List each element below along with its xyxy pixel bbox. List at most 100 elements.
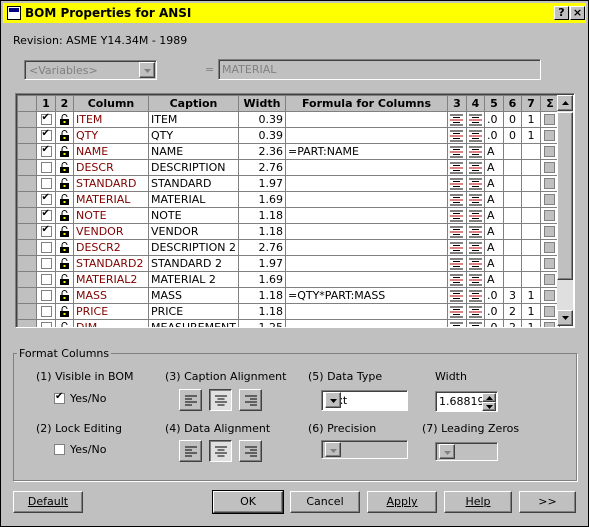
data-align-cell[interactable] xyxy=(465,319,485,327)
help-button[interactable]: Help xyxy=(444,491,512,513)
data-align-cell[interactable] xyxy=(465,159,485,176)
help-title-button[interactable]: ? xyxy=(554,6,569,20)
data-align-cell[interactable] xyxy=(465,127,485,144)
caption-align-cell[interactable] xyxy=(446,175,467,192)
caption-align-cell[interactable] xyxy=(446,239,467,256)
data-align-cell[interactable] xyxy=(465,191,485,208)
formula-cell[interactable] xyxy=(284,239,448,256)
precision-cell[interactable] xyxy=(502,255,522,272)
visible-cell[interactable] xyxy=(36,303,56,320)
caption-align-right-button[interactable] xyxy=(239,389,262,411)
width-cell[interactable]: 1.18 xyxy=(237,223,286,240)
sum-checkbox[interactable] xyxy=(544,306,556,317)
leading-cell[interactable]: 1 xyxy=(520,127,541,144)
lock-cell[interactable] xyxy=(55,143,74,160)
formula-cell[interactable] xyxy=(284,271,448,288)
precision-cell[interactable] xyxy=(502,191,522,208)
data-type-cell[interactable]: A xyxy=(483,239,504,256)
sum-checkbox[interactable] xyxy=(544,274,556,285)
header-caption[interactable]: Caption xyxy=(148,95,239,112)
column-name-cell[interactable]: MATERIAL xyxy=(73,191,149,208)
leading-cell[interactable] xyxy=(520,255,541,272)
leading-zeros-select[interactable] xyxy=(435,442,498,461)
formula-cell[interactable]: =PART:NAME xyxy=(284,143,448,160)
column-name-cell[interactable]: VENDOR xyxy=(73,223,149,240)
data-align-cell[interactable] xyxy=(465,239,485,256)
caption-cell[interactable]: NAME xyxy=(148,143,239,160)
header-visible[interactable]: 1 xyxy=(36,95,56,112)
formula-cell[interactable] xyxy=(284,191,448,208)
header-precision[interactable]: 6 xyxy=(502,95,522,112)
leading-cell[interactable]: 1 xyxy=(520,319,541,327)
table-row[interactable]: DIM MEASUREMENT 1.25 .0 2 1 xyxy=(17,319,560,327)
visible-cell[interactable] xyxy=(36,127,56,144)
visible-checkbox[interactable] xyxy=(40,113,52,125)
sum-checkbox[interactable] xyxy=(544,178,556,189)
row-header[interactable] xyxy=(17,127,37,144)
caption-cell[interactable]: QTY xyxy=(148,127,239,144)
sum-checkbox[interactable] xyxy=(544,242,556,253)
formula-cell[interactable] xyxy=(284,223,448,240)
caption-cell[interactable]: MATERIAL xyxy=(148,191,239,208)
caption-align-cell[interactable] xyxy=(446,159,467,176)
precision-cell[interactable]: 2 xyxy=(502,303,522,320)
formula-cell[interactable] xyxy=(284,319,448,327)
lock-cell[interactable] xyxy=(55,159,74,176)
data-align-cell[interactable] xyxy=(465,271,485,288)
lock-cell[interactable] xyxy=(55,271,74,288)
data-type-cell[interactable]: A xyxy=(483,159,504,176)
ok-button[interactable]: OK xyxy=(212,490,284,514)
lock-checkbox[interactable] xyxy=(54,444,65,455)
data-type-cell[interactable]: .0 xyxy=(483,127,504,144)
visible-cell[interactable] xyxy=(36,143,56,160)
visible-cell[interactable] xyxy=(36,191,56,208)
table-row[interactable]: DESCR2 DESCRIPTION 2 2.76 A xyxy=(17,239,560,256)
data-type-cell[interactable]: A xyxy=(483,175,504,192)
lock-cell[interactable] xyxy=(55,223,74,240)
row-header[interactable] xyxy=(17,271,37,288)
row-header[interactable] xyxy=(17,111,37,128)
sum-checkbox[interactable] xyxy=(544,258,556,269)
data-type-select[interactable]: Text xyxy=(321,390,408,411)
caption-cell[interactable]: ITEM xyxy=(148,111,239,128)
formula-cell[interactable] xyxy=(284,159,448,176)
caption-align-cell[interactable] xyxy=(446,271,467,288)
sum-checkbox[interactable] xyxy=(544,226,556,237)
sum-checkbox[interactable] xyxy=(544,130,556,141)
lock-cell[interactable] xyxy=(55,287,74,304)
caption-align-center-button[interactable] xyxy=(209,389,232,411)
precision-cell[interactable]: 2 xyxy=(502,319,522,327)
table-row[interactable]: VENDORVENDOR1.18A xyxy=(17,223,560,240)
lock-cell[interactable] xyxy=(55,319,74,327)
data-type-cell[interactable]: .0 xyxy=(483,319,504,327)
spin-down-icon[interactable] xyxy=(482,402,496,411)
width-cell[interactable]: 2.36 xyxy=(237,143,286,160)
row-header[interactable] xyxy=(17,239,37,256)
header-formula[interactable]: Formula for Columns xyxy=(284,95,448,112)
visible-checkbox[interactable] xyxy=(40,162,52,173)
chevron-down-icon[interactable] xyxy=(139,62,155,78)
visible-checkbox[interactable] xyxy=(40,258,52,269)
column-name-cell[interactable]: MATERIAL2 xyxy=(73,271,149,288)
precision-cell[interactable] xyxy=(502,159,522,176)
visible-checkbox[interactable] xyxy=(40,290,52,301)
lock-cell[interactable] xyxy=(55,127,74,144)
precision-cell[interactable] xyxy=(502,143,522,160)
header-lock[interactable]: 2 xyxy=(55,95,74,112)
width-cell[interactable]: 1.18 xyxy=(237,303,286,320)
formula-cell[interactable]: =QTY*PART:MASS xyxy=(284,287,448,304)
column-name-cell[interactable]: PRICE xyxy=(73,303,149,320)
data-type-cell[interactable]: .0 xyxy=(483,303,504,320)
caption-align-cell[interactable] xyxy=(446,127,467,144)
row-header[interactable] xyxy=(17,223,37,240)
visible-cell[interactable] xyxy=(36,175,56,192)
visible-checkbox[interactable] xyxy=(40,145,52,157)
width-cell[interactable]: 1.69 xyxy=(237,271,286,288)
table-row[interactable]: ITEMITEM0.39.001 xyxy=(17,111,560,128)
data-type-cell[interactable]: A xyxy=(483,223,504,240)
visible-checkbox[interactable] xyxy=(40,209,52,221)
variables-combo[interactable]: <Variables> xyxy=(24,60,157,80)
data-align-cell[interactable] xyxy=(465,111,485,128)
lock-cell[interactable] xyxy=(55,207,74,224)
width-cell[interactable]: 1.18 xyxy=(237,287,286,304)
